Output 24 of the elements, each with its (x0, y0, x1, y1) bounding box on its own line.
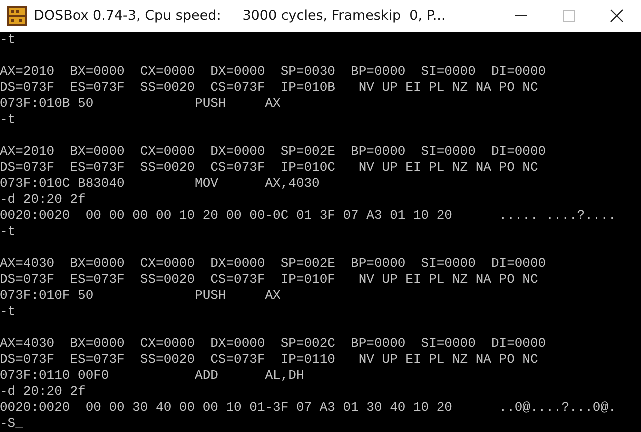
console-line: -d 20:20 2f (0, 192, 86, 207)
console-line: 073F:010B 50 PUSH AX (0, 96, 281, 111)
close-icon[interactable] (610, 9, 624, 23)
console-line: 0020:0020 00 00 00 00 10 20 00 00-0C 01 3F 07 A3 01 10 20 ..... ....?.... (0, 208, 616, 223)
console-line: -d 20:20 2f (0, 384, 86, 399)
console-line: DS=073F ES=073F SS=0020 CS=073F IP=010C NV UP EI PL NZ NA PO NC (0, 160, 538, 175)
console-line: AX=4030 BX=0000 CX=0000 DX=0000 SP=002C BP=0000 SI=0000 DI=0000 (0, 336, 546, 351)
console-line: -S_ (0, 416, 24, 431)
app-logo-icon (6, 5, 28, 27)
console-line: -t (0, 112, 16, 127)
console-line: -t (0, 224, 16, 239)
console-line: 073F:010F 50 PUSH AX (0, 288, 281, 303)
console-line: AX=2010 BX=0000 CX=0000 DX=0000 SP=002E BP=0000 SI=0000 DI=0000 (0, 144, 546, 159)
console-line: -t (0, 304, 16, 319)
console-line: DS=073F ES=073F SS=0020 CS=073F IP=010F NV UP EI PL NZ NA PO NC (0, 272, 538, 287)
console-line: -t (0, 32, 16, 47)
console-line: DS=073F ES=073F SS=0020 CS=073F IP=0110 NV UP EI PL NZ NA PO NC (0, 352, 538, 367)
console-line: 0020:0020 00 00 30 40 00 00 10 01-3F 07 A3 01 30 40 10 20 ..0@....?...0@. (0, 400, 616, 415)
console-line: 073F:010C B83040 MOV AX,4030 (0, 176, 320, 191)
console-line: AX=2010 BX=0000 CX=0000 DX=0000 SP=0030 BP=0000 SI=0000 DI=0000 (0, 64, 546, 79)
console-line: AX=4030 BX=0000 CX=0000 DX=0000 SP=002E BP=0000 SI=0000 DI=0000 (0, 256, 546, 271)
window-title: DOSBox 0.74-3, Cpu speed: 3000 cycles, Frameskip 0, P... (34, 8, 446, 24)
console-line: DS=073F ES=073F SS=0020 CS=073F IP=010B NV UP EI PL NZ NA PO NC (0, 80, 538, 95)
console-line: 073F:0110 00F0 ADD AL,DH (0, 368, 304, 383)
